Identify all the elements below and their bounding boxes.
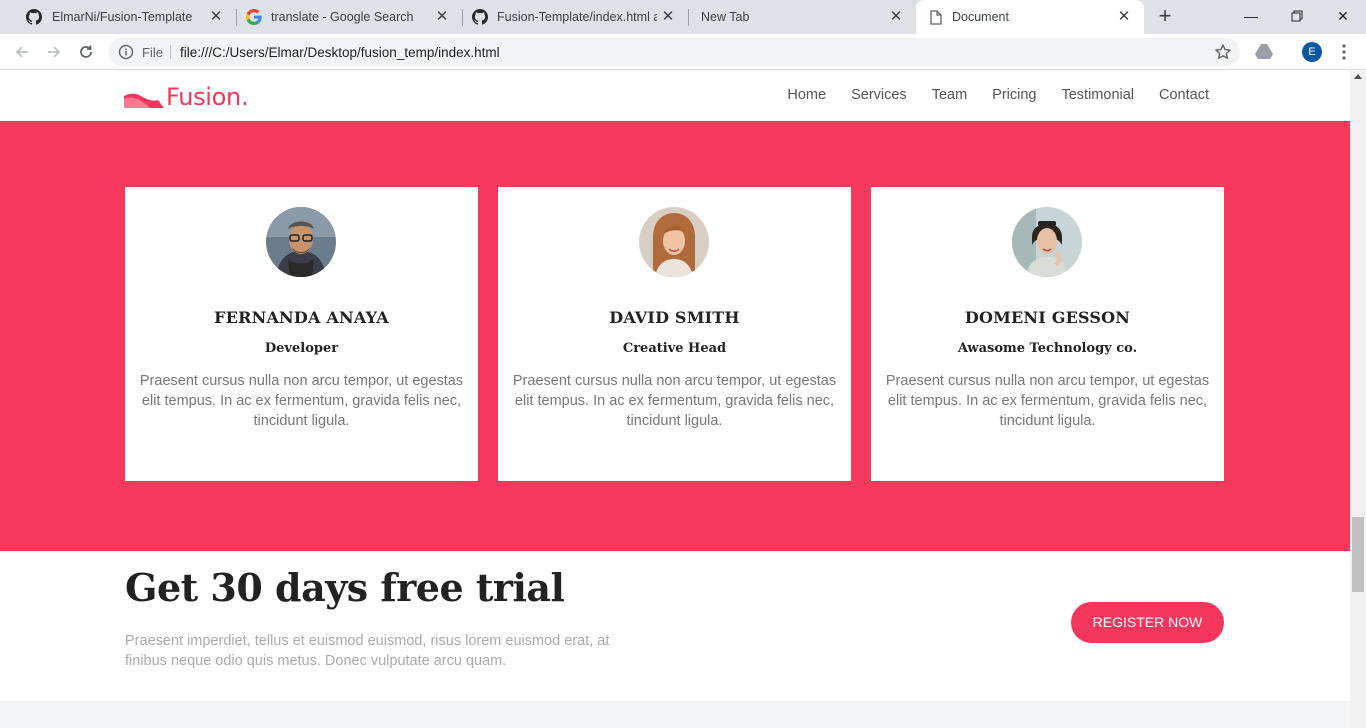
reload-icon[interactable]: [76, 42, 96, 62]
page-viewport: Fusion. Home Services Team Pricing Testi…: [0, 71, 1350, 728]
team-card: DAVID SMITH Creative Head Praesent cursu…: [498, 187, 851, 481]
tab-title: translate - Google Search: [271, 10, 414, 24]
close-icon[interactable]: ✕: [434, 9, 450, 25]
browser-toolbar: File file:///C:/Users/Elmar/Desktop/fusi…: [0, 34, 1366, 70]
member-name: FERNANDA ANAYA: [214, 308, 389, 327]
member-description: Praesent cursus nulla non arcu tempor, u…: [139, 373, 464, 429]
member-description: Praesent cursus nulla non arcu tempor, u…: [885, 373, 1210, 429]
member-name: DOMENI GESSON: [964, 308, 1131, 327]
member-role: Creative Head: [622, 341, 727, 356]
tab-strip: ElmarNi/Fusion-Template ✕ translate - Go…: [0, 0, 1366, 34]
bookmark-star-icon[interactable]: [1214, 43, 1232, 61]
close-icon[interactable]: ✕: [888, 9, 904, 25]
next-section-edge: [0, 701, 1350, 728]
nav-pricing[interactable]: Pricing: [992, 87, 1036, 103]
member-description: Praesent cursus nulla non arcu tempor, u…: [512, 373, 837, 429]
tab-github-index-html[interactable]: Fusion-Template/index.html at ✕: [462, 0, 688, 34]
nav-home[interactable]: Home: [787, 87, 826, 103]
page-scrollbar[interactable]: [1350, 71, 1366, 728]
divider: [170, 45, 171, 59]
member-name: DAVID SMITH: [609, 308, 740, 327]
drive-extension-icon[interactable]: [1255, 43, 1275, 63]
scheme-label: File: [142, 45, 163, 60]
tab-new-tab[interactable]: New Tab ✕: [688, 0, 916, 34]
tab-github-fusion-template[interactable]: ElmarNi/Fusion-Template ✕: [8, 0, 236, 34]
github-icon: [472, 9, 488, 25]
trial-heading: Get 30 days free trial: [125, 565, 565, 610]
tab-title: New Tab: [701, 10, 750, 24]
member-role: Developer: [264, 341, 339, 356]
team-section: FERNANDA ANAYA Developer Praesent cursus…: [0, 121, 1350, 551]
scrollbar-thumb[interactable]: [1352, 517, 1364, 592]
close-icon[interactable]: ✕: [660, 9, 676, 25]
info-icon[interactable]: [118, 44, 134, 60]
member-role: Awasome Technology co.: [957, 341, 1138, 356]
tab-title: Document: [952, 10, 1009, 24]
free-trial-section: Get 30 days free trial Praesent imperdie…: [0, 551, 1350, 701]
tab-title: ElmarNi/Fusion-Template: [52, 10, 193, 24]
site-header: Fusion. Home Services Team Pricing Testi…: [0, 71, 1350, 121]
google-icon: [246, 9, 262, 25]
trial-description: Praesent imperdiet, tellus et euismod eu…: [125, 633, 610, 669]
url-text[interactable]: file:///C:/Users/Elmar/Desktop/fusion_te…: [180, 45, 500, 60]
avatar: [639, 207, 709, 277]
forward-arrow-icon[interactable]: [44, 42, 64, 62]
main-nav: Home Services Team Pricing Testimonial C…: [787, 87, 1209, 103]
back-arrow-icon[interactable]: [12, 42, 32, 62]
address-bar[interactable]: File file:///C:/Users/Elmar/Desktop/fusi…: [108, 38, 1240, 66]
restore-icon[interactable]: [1287, 6, 1307, 26]
scroll-up-arrow-icon[interactable]: [1354, 74, 1362, 79]
avatar: [266, 207, 336, 277]
document-icon: [928, 9, 944, 25]
window-close-icon[interactable]: ✕: [1333, 6, 1353, 26]
menu-kebab-icon[interactable]: [1336, 42, 1352, 62]
logo-wave-icon: [124, 93, 164, 108]
team-card: DOMENI GESSON Awasome Technology co. Pra…: [871, 187, 1224, 481]
profile-avatar[interactable]: E: [1302, 42, 1322, 62]
nav-services[interactable]: Services: [851, 87, 907, 103]
register-now-button[interactable]: REGISTER NOW: [1071, 602, 1224, 643]
nav-team[interactable]: Team: [932, 87, 967, 103]
tab-document[interactable]: Document ✕: [916, 0, 1144, 34]
avatar: [1012, 207, 1082, 277]
team-card: FERNANDA ANAYA Developer Praesent cursus…: [125, 187, 478, 481]
brand-name: Fusion.: [166, 83, 249, 111]
github-icon: [26, 9, 42, 25]
tab-google-search[interactable]: translate - Google Search ✕: [236, 0, 462, 34]
nav-testimonial[interactable]: Testimonial: [1061, 87, 1134, 103]
new-tab-plus-icon[interactable]: +: [1155, 5, 1175, 27]
close-icon[interactable]: ✕: [1116, 9, 1132, 25]
close-icon[interactable]: ✕: [208, 9, 224, 25]
nav-contact[interactable]: Contact: [1159, 87, 1209, 103]
minimize-icon[interactable]: —: [1241, 6, 1261, 26]
tab-title: Fusion-Template/index.html at: [497, 10, 657, 24]
